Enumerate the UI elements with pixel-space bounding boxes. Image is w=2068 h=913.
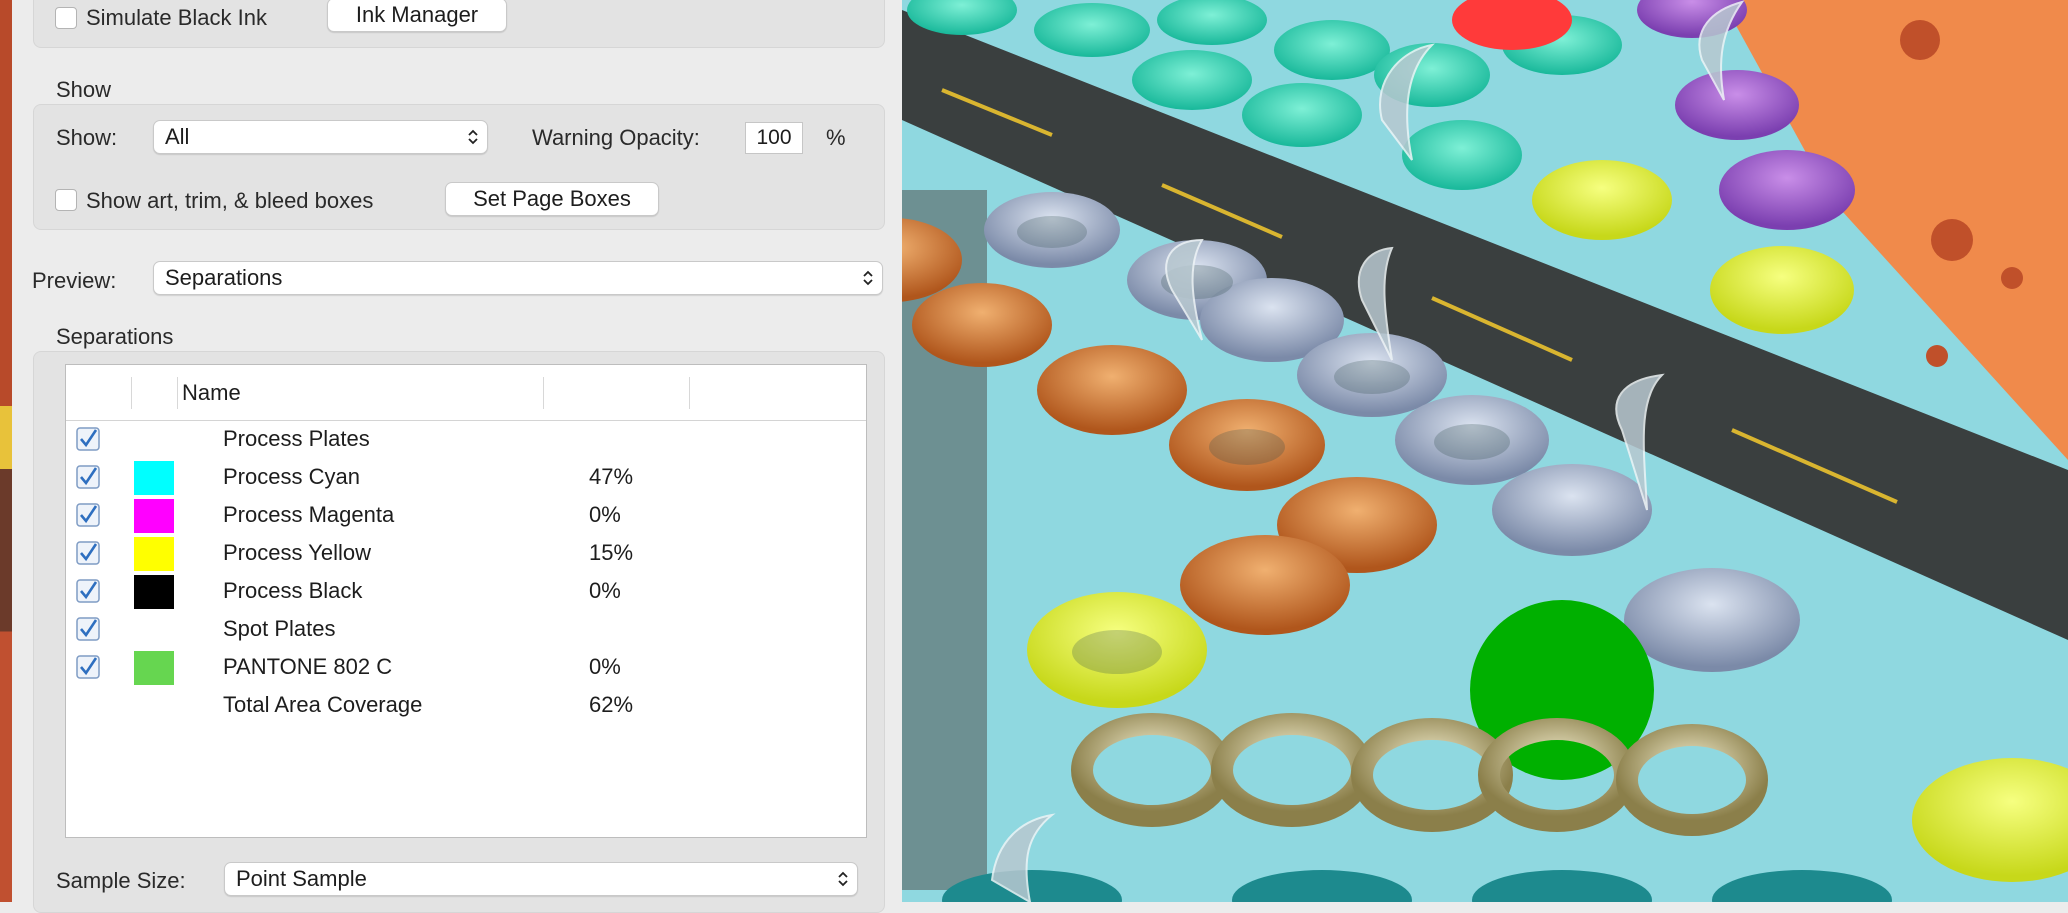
table-row[interactable]: Total Area Coverage 62% xyxy=(66,686,866,724)
separation-name: Process Plates xyxy=(223,426,370,451)
table-row[interactable]: Spot Plates xyxy=(66,610,866,648)
separations-section-title: Separations xyxy=(56,324,174,349)
separation-percent: 0% xyxy=(589,654,621,679)
preview-select[interactable]: Separations xyxy=(153,261,883,295)
sample-size-label: Sample Size: xyxy=(56,868,186,893)
preview-artwork xyxy=(902,0,2068,902)
color-swatch xyxy=(134,461,174,495)
table-row[interactable]: PANTONE 802 C 0% xyxy=(66,648,866,686)
show-label: Show: xyxy=(56,125,118,150)
table-row[interactable]: Process Magenta 0% xyxy=(66,496,866,534)
show-section-title: Show xyxy=(56,77,112,102)
separation-percent: 0% xyxy=(589,502,621,527)
background-window-edge xyxy=(0,0,12,902)
separation-name: Spot Plates xyxy=(223,616,336,641)
column-separator xyxy=(689,377,690,409)
column-header-name[interactable]: Name xyxy=(182,380,241,406)
table-row[interactable]: Process Yellow 15% xyxy=(66,534,866,572)
wall-dot xyxy=(1926,345,1948,367)
output-preview-panel: Simulate Black Ink Ink Manager Show Show… xyxy=(12,0,902,913)
separations-table-header: Name xyxy=(66,365,866,421)
separation-name: PANTONE 802 C xyxy=(223,654,393,679)
show-select[interactable]: All xyxy=(153,120,488,154)
separation-name: Process Black xyxy=(223,578,363,603)
wall-dot xyxy=(1931,219,1973,261)
document-preview-canvas[interactable] xyxy=(902,0,2068,902)
warning-opacity-label: Warning Opacity: xyxy=(532,125,700,150)
separations-table[interactable]: Name Process Plates Process Cyan 47% Pro… xyxy=(65,364,867,838)
warning-opacity-input[interactable]: 100 xyxy=(745,122,803,154)
purple-ring xyxy=(1675,70,1799,140)
preview-select-value: Separations xyxy=(165,265,283,290)
wall-dot xyxy=(2001,267,2023,289)
chevron-updown-icon xyxy=(863,270,873,286)
wall-dot xyxy=(1900,20,1940,60)
color-swatch xyxy=(134,537,174,571)
checkbox-checked-icon[interactable] xyxy=(76,465,100,489)
column-separator xyxy=(177,377,178,409)
chevron-updown-icon xyxy=(838,871,848,887)
sample-size-select[interactable]: Point Sample xyxy=(224,862,858,896)
column-separator xyxy=(543,377,544,409)
set-page-boxes-button[interactable]: Set Page Boxes xyxy=(445,182,659,216)
color-swatch xyxy=(134,651,174,685)
simulate-black-ink-checkbox[interactable] xyxy=(55,7,77,29)
lime-ring xyxy=(1710,246,1854,334)
lime-ring xyxy=(1532,160,1672,240)
separation-name: Process Magenta xyxy=(223,502,395,527)
color-swatch xyxy=(134,575,174,609)
separation-name: Total Area Coverage xyxy=(223,692,423,717)
separation-name: Process Cyan xyxy=(223,464,360,489)
separation-percent: 47% xyxy=(589,464,634,489)
table-row[interactable]: Process Black 0% xyxy=(66,572,866,610)
color-swatch xyxy=(134,499,174,533)
chevron-updown-icon xyxy=(468,129,478,145)
simulate-black-ink-label: Simulate Black Ink xyxy=(86,5,267,30)
checkbox-checked-icon[interactable] xyxy=(76,503,100,527)
table-row[interactable]: Process Cyan 47% xyxy=(66,458,866,496)
show-select-value: All xyxy=(165,124,190,149)
checkbox-checked-icon[interactable] xyxy=(76,579,100,603)
checkbox-checked-icon[interactable] xyxy=(76,541,100,565)
checkbox-checked-icon[interactable] xyxy=(76,617,100,641)
purple-ring xyxy=(1719,150,1855,230)
separation-name: Process Yellow xyxy=(223,540,371,565)
sample-size-select-value: Point Sample xyxy=(236,866,367,891)
checkbox-checked-icon[interactable] xyxy=(76,655,100,679)
show-boxes-checkbox[interactable] xyxy=(55,189,77,211)
column-separator xyxy=(131,377,132,409)
separation-percent: 62% xyxy=(589,692,634,717)
show-boxes-label: Show art, trim, & bleed boxes xyxy=(86,188,374,213)
ink-manager-button[interactable]: Ink Manager xyxy=(327,0,507,32)
checkbox-checked-icon[interactable] xyxy=(76,427,100,451)
table-row[interactable]: Process Plates xyxy=(66,420,866,458)
percent-sign: % xyxy=(826,125,846,150)
preview-label: Preview: xyxy=(32,268,117,293)
separation-percent: 0% xyxy=(589,578,621,603)
separation-percent: 15% xyxy=(589,540,634,565)
